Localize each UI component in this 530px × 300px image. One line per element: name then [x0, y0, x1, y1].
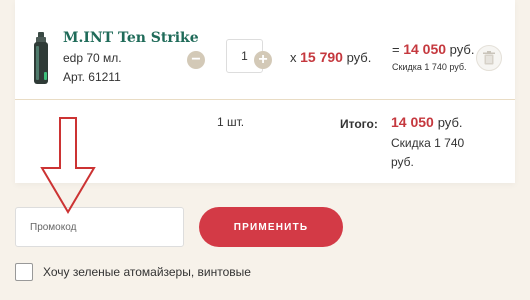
article-value: 61211	[88, 70, 121, 84]
perfume-bottle-icon	[34, 32, 48, 84]
product-article: Арт. 61211	[63, 70, 121, 84]
line-total-currency: руб.	[449, 42, 475, 57]
line-discount: Скидка 1 740 руб.	[392, 62, 467, 72]
total-label: Итого:	[340, 117, 378, 131]
apply-promo-button[interactable]: ПРИМЕНИТЬ	[199, 207, 343, 247]
multiplier-sign: x	[290, 50, 297, 65]
unit-price: x 15 790 руб.	[290, 49, 371, 65]
atomizer-checkbox[interactable]	[15, 263, 33, 281]
plus-icon[interactable]: +	[254, 51, 272, 69]
promo-code-input[interactable]	[15, 207, 184, 247]
minus-icon[interactable]: −	[187, 51, 205, 69]
unit-price-value: 15 790	[300, 49, 343, 65]
delete-button[interactable]	[476, 45, 502, 71]
items-count: 1 шт.	[217, 115, 245, 129]
atomizer-checkbox-label[interactable]: Хочу зеленые атомайзеры, винтовые	[43, 265, 251, 279]
product-volume: edp 70 мл.	[63, 51, 122, 65]
product-title[interactable]: M.INT Ten Strike	[63, 30, 199, 46]
article-label: Арт.	[63, 70, 85, 84]
total-currency: руб.	[437, 115, 463, 130]
cart-card: M.INT Ten Strike edp 70 мл. Арт. 61211 −…	[15, 0, 515, 183]
line-total: = 14 050 руб.	[392, 41, 474, 57]
row-divider	[15, 99, 515, 100]
line-total-value: 14 050	[403, 41, 447, 57]
equals-sign: =	[392, 42, 400, 57]
total-value: 14 050 руб.	[391, 114, 463, 130]
trash-icon	[483, 51, 495, 65]
total-amount: 14 050	[391, 114, 434, 130]
total-discount: Скидка 1 740 руб.	[391, 136, 465, 169]
unit-price-currency: руб.	[346, 50, 372, 65]
